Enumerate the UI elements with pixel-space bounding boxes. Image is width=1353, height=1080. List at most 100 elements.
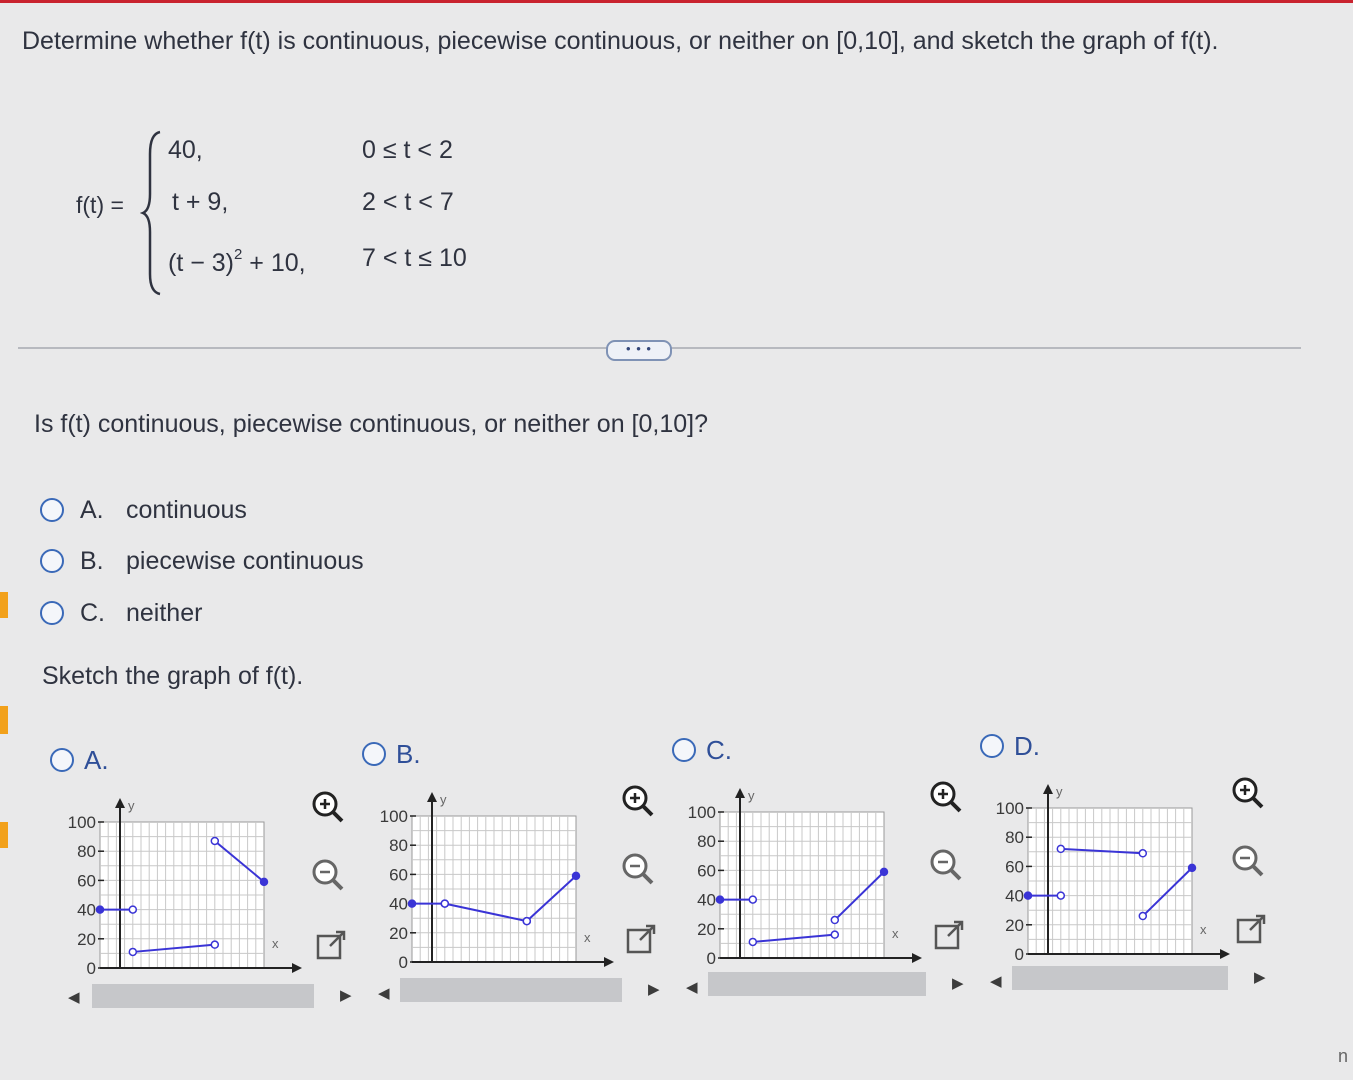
closed-endpoint — [879, 867, 889, 877]
y-axis-arrow — [427, 792, 437, 802]
open-endpoint — [440, 899, 450, 908]
zoom-out-icon[interactable] — [1228, 842, 1268, 882]
external-link-icon[interactable] — [1232, 910, 1272, 950]
radio-button[interactable] — [50, 748, 74, 772]
scroll-left-icon[interactable]: ◀ — [378, 984, 390, 1002]
y-axis-label: y — [1056, 784, 1063, 799]
closed-endpoint — [407, 899, 417, 908]
option-letter: B. — [396, 738, 421, 769]
y-tick-label: 100 — [68, 813, 96, 832]
y-tick-label: 20 — [1005, 916, 1024, 935]
zoom-in-icon[interactable] — [1228, 774, 1268, 814]
option-letter: A. — [84, 744, 109, 775]
graph-scrollbar-c[interactable] — [708, 972, 926, 996]
graph-scrollbar-b[interactable] — [400, 978, 622, 1002]
radio-button[interactable] — [672, 738, 696, 762]
top-status-bar — [0, 0, 1353, 3]
case-expression-base: (t − 3) — [168, 249, 234, 277]
graph-a: x y 100 80 60 40 20 0 — [68, 798, 302, 978]
external-link-icon[interactable] — [312, 926, 352, 966]
y-axis-label: y — [748, 788, 755, 803]
answer-option-c[interactable]: C. neither — [40, 597, 202, 629]
scroll-right-icon[interactable]: ▶ — [648, 980, 660, 998]
x-axis-arrow — [912, 953, 922, 963]
y-axis-label: y — [128, 798, 135, 813]
zoom-in-icon[interactable] — [926, 778, 966, 818]
x-axis-arrow — [604, 957, 614, 967]
radio-button[interactable] — [40, 549, 64, 573]
zoom-out-icon[interactable] — [618, 850, 658, 890]
scroll-right-icon[interactable]: ▶ — [952, 974, 964, 992]
case-condition: 7 < t ≤ 10 — [362, 244, 467, 272]
option-letter: B. — [80, 546, 104, 575]
y-tick-label: 80 — [77, 842, 96, 861]
radio-button[interactable] — [40, 601, 64, 625]
case-expression: t + 9, — [172, 188, 229, 216]
continuity-question: Is f(t) continuous, piecewise continuous… — [34, 410, 708, 438]
piecewise-brace — [140, 130, 161, 296]
expand-button[interactable]: • • • — [606, 340, 672, 361]
graph-d: x y 100 80 60 40 20 0 — [996, 784, 1230, 964]
scroll-left-icon[interactable]: ◀ — [686, 978, 698, 996]
y-tick-label: 60 — [1005, 857, 1024, 876]
y-tick-label: 80 — [389, 836, 408, 855]
y-tick-label: 20 — [77, 930, 96, 949]
open-endpoint — [522, 916, 532, 926]
y-tick-label: 20 — [697, 920, 716, 939]
corner-text: n — [1338, 1046, 1349, 1066]
left-marker — [0, 822, 8, 848]
option-letter: A. — [80, 495, 104, 524]
external-link-icon[interactable] — [930, 916, 970, 956]
radio-button[interactable] — [40, 498, 64, 522]
closed-endpoint — [95, 905, 105, 914]
option-letter: D. — [1014, 730, 1040, 761]
y-tick-label: 40 — [389, 895, 408, 914]
graph-option-b[interactable]: B. — [362, 737, 421, 771]
closed-endpoint — [571, 871, 581, 881]
question-prompt: Determine whether f(t) is continuous, pi… — [22, 27, 1219, 55]
y-tick-label: 60 — [77, 871, 96, 890]
scroll-right-icon[interactable]: ▶ — [1254, 968, 1266, 986]
left-marker — [0, 706, 8, 734]
graph-scrollbar-a[interactable] — [92, 984, 314, 1008]
graph-option-a[interactable]: A. — [50, 743, 109, 777]
zoom-out-icon[interactable] — [308, 856, 348, 896]
graph-c: x y 100 80 60 40 20 0 — [688, 788, 922, 968]
answer-option-a[interactable]: A. continuous — [40, 494, 247, 526]
scroll-left-icon[interactable]: ◀ — [68, 988, 80, 1006]
graph-option-c[interactable]: C. — [672, 733, 732, 767]
y-tick-label: 0 — [707, 949, 716, 968]
left-marker — [0, 592, 8, 618]
scroll-left-icon[interactable]: ◀ — [990, 972, 1002, 990]
graph-option-d[interactable]: D. — [980, 729, 1040, 763]
radio-button[interactable] — [362, 742, 386, 766]
y-tick-label: 100 — [380, 807, 408, 826]
y-tick-label: 100 — [996, 799, 1024, 818]
zoom-out-icon[interactable] — [926, 846, 966, 886]
y-axis-label: y — [440, 792, 447, 807]
scroll-right-icon[interactable]: ▶ — [340, 986, 352, 1004]
external-link-icon[interactable] — [622, 920, 662, 960]
case-expression-tail: + 10, — [242, 249, 306, 277]
open-endpoint — [1138, 849, 1148, 858]
closed-endpoint — [715, 895, 725, 904]
y-axis-arrow — [115, 798, 125, 808]
y-tick-label: 60 — [389, 865, 408, 884]
answer-option-b[interactable]: B. piecewise continuous — [40, 545, 364, 577]
closed-endpoint — [1023, 891, 1033, 900]
graph-scrollbar-d[interactable] — [1012, 966, 1228, 990]
y-axis-arrow — [735, 788, 745, 798]
y-tick-label: 80 — [697, 832, 716, 851]
radio-button[interactable] — [980, 734, 1004, 758]
zoom-in-icon[interactable] — [308, 788, 348, 828]
zoom-in-icon[interactable] — [618, 782, 658, 822]
closed-endpoint — [259, 877, 269, 887]
option-letter: C. — [706, 734, 732, 765]
closed-endpoint — [1187, 863, 1197, 873]
option-text: continuous — [126, 495, 247, 524]
open-endpoint — [128, 905, 138, 914]
y-tick-label: 80 — [1005, 828, 1024, 847]
open-endpoint — [1056, 844, 1066, 854]
graph-b: x y 100 80 60 40 20 0 — [380, 792, 614, 972]
open-endpoint — [748, 937, 758, 947]
